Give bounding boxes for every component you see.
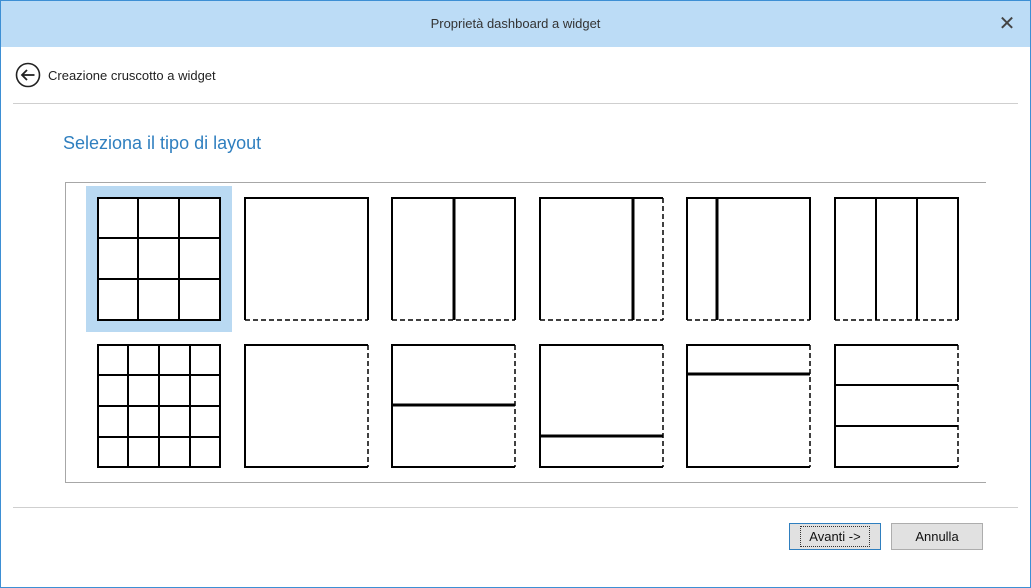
layout-two-rows-icon: [391, 344, 516, 468]
layout-three-rows-icon: [834, 344, 959, 468]
layout-two-columns-icon: [391, 197, 516, 321]
layout-tile-wide-narrow-columns[interactable]: [529, 186, 675, 332]
layout-tall-short-rows-icon: [539, 344, 664, 468]
window-title: Proprietà dashboard a widget: [430, 16, 601, 31]
layout-tile-tall-short-rows[interactable]: [529, 333, 675, 479]
arrow-left-circle-icon: [15, 62, 41, 88]
layout-grid-4x4-icon: [97, 344, 221, 468]
layout-single-dashed-right-icon: [244, 344, 369, 468]
layout-single-icon: [244, 197, 369, 321]
layout-tile-three-columns[interactable]: [824, 186, 970, 332]
layout-list: [65, 182, 986, 483]
cancel-button[interactable]: Annulla: [891, 523, 983, 550]
layout-tile-single[interactable]: [234, 186, 380, 332]
footer-divider: [13, 507, 1018, 508]
layout-grid-3x3-icon: [97, 197, 221, 321]
next-button-label: Avanti ->: [800, 526, 870, 547]
layout-wide-narrow-columns-icon: [539, 197, 664, 321]
layout-tile-grid-3x3[interactable]: [86, 186, 232, 332]
section-title: Seleziona il tipo di layout: [63, 133, 262, 153]
layout-tile-grid-4x4[interactable]: [86, 333, 232, 479]
title-bar: Proprietà dashboard a widget ✕: [1, 1, 1030, 47]
dialog-window: Proprietà dashboard a widget ✕ Creazione…: [0, 0, 1031, 588]
layout-tile-three-rows[interactable]: [824, 333, 970, 479]
layout-three-columns-icon: [834, 197, 959, 321]
layout-short-tall-rows-icon: [686, 344, 811, 468]
layout-tile-two-columns[interactable]: [381, 186, 527, 332]
layout-narrow-wide-columns-icon: [686, 197, 811, 321]
cancel-button-label: Annulla: [915, 529, 959, 544]
close-icon[interactable]: ✕: [994, 11, 1020, 37]
wizard-subtitle: Creazione cruscotto a widget: [48, 68, 216, 83]
wizard-header: Creazione cruscotto a widget: [1, 47, 1030, 103]
layout-tile-single-dashed-right[interactable]: [234, 333, 380, 479]
header-divider: [13, 103, 1018, 104]
layout-tile-short-tall-rows[interactable]: [676, 333, 822, 479]
back-button[interactable]: [15, 62, 41, 88]
layout-tile-narrow-wide-columns[interactable]: [676, 186, 822, 332]
next-button[interactable]: Avanti ->: [789, 523, 881, 550]
layout-tile-two-rows[interactable]: [381, 333, 527, 479]
